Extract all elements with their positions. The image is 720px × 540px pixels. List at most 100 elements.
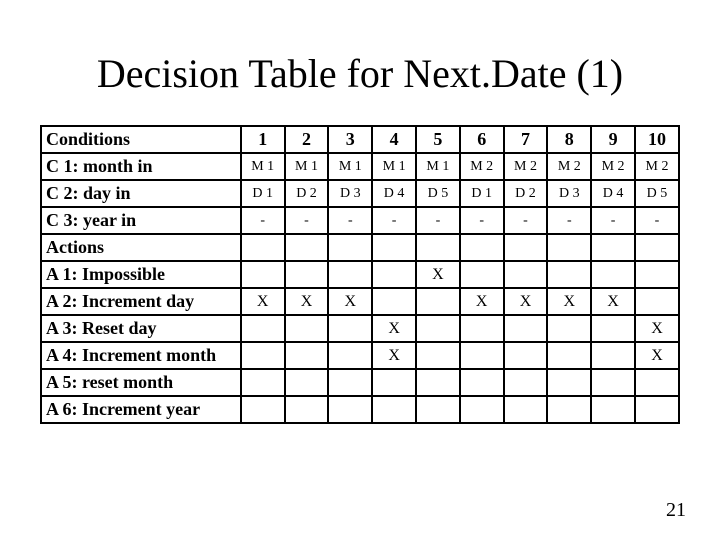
col-header: 6	[460, 126, 504, 153]
col-header: 10	[635, 126, 679, 153]
cell	[547, 369, 591, 396]
cell: -	[591, 207, 635, 234]
cell	[547, 234, 591, 261]
cell	[416, 234, 460, 261]
table-row: A 1: Impossible X	[41, 261, 679, 288]
page-title: Decision Table for Next.Date (1)	[40, 50, 680, 97]
cell: M 2	[635, 153, 679, 180]
col-header: 9	[591, 126, 635, 153]
table-row: C 1: month in M 1 M 1 M 1 M 1 M 1 M 2 M …	[41, 153, 679, 180]
cell	[241, 396, 285, 423]
cell: X	[547, 288, 591, 315]
cell	[504, 342, 548, 369]
cell	[285, 342, 329, 369]
cell	[547, 342, 591, 369]
cell: D 3	[547, 180, 591, 207]
cell: X	[328, 288, 372, 315]
conditions-header: Conditions	[41, 126, 241, 153]
table-row: A 5: reset month	[41, 369, 679, 396]
cell	[241, 234, 285, 261]
cell: X	[460, 288, 504, 315]
cell: -	[328, 207, 372, 234]
cell	[635, 396, 679, 423]
col-header: 3	[328, 126, 372, 153]
cell	[328, 342, 372, 369]
cell: M 1	[416, 153, 460, 180]
table-row: A 4: Increment month X X	[41, 342, 679, 369]
cell: M 2	[504, 153, 548, 180]
page-number: 21	[666, 499, 686, 522]
col-header: 4	[372, 126, 416, 153]
actions-header-row: Actions	[41, 234, 679, 261]
cell	[416, 369, 460, 396]
row-label: A 2: Increment day	[41, 288, 241, 315]
cell: D 2	[285, 180, 329, 207]
cell	[635, 234, 679, 261]
row-label: A 4: Increment month	[41, 342, 241, 369]
cell	[372, 234, 416, 261]
cell	[504, 261, 548, 288]
cell: X	[372, 342, 416, 369]
cell	[460, 342, 504, 369]
cell: M 2	[460, 153, 504, 180]
cell	[416, 288, 460, 315]
cell: X	[635, 315, 679, 342]
cell: M 1	[285, 153, 329, 180]
cell	[416, 342, 460, 369]
cell: M 2	[591, 153, 635, 180]
cell	[591, 261, 635, 288]
cell	[504, 369, 548, 396]
table-row: A 3: Reset day X X	[41, 315, 679, 342]
table-row: A 6: Increment year	[41, 396, 679, 423]
cell	[635, 261, 679, 288]
cell	[372, 369, 416, 396]
cell: D 5	[635, 180, 679, 207]
col-header: 1	[241, 126, 285, 153]
cell: D 2	[504, 180, 548, 207]
row-label: A 6: Increment year	[41, 396, 241, 423]
cell: M 2	[547, 153, 591, 180]
cell: X	[635, 342, 679, 369]
row-label: A 1: Impossible	[41, 261, 241, 288]
cell	[591, 342, 635, 369]
cell: D 1	[460, 180, 504, 207]
table-row: A 2: Increment day X X X X X X X	[41, 288, 679, 315]
cell: D 4	[372, 180, 416, 207]
cell	[547, 315, 591, 342]
cell	[635, 288, 679, 315]
row-label: A 5: reset month	[41, 369, 241, 396]
cell	[460, 261, 504, 288]
cell	[460, 315, 504, 342]
cell: X	[285, 288, 329, 315]
cell: M 1	[372, 153, 416, 180]
table-row: C 3: year in - - - - - - - - - -	[41, 207, 679, 234]
cell	[285, 315, 329, 342]
cell	[328, 234, 372, 261]
cell	[460, 234, 504, 261]
cell	[460, 369, 504, 396]
cell: M 1	[241, 153, 285, 180]
cell	[285, 369, 329, 396]
row-label: A 3: Reset day	[41, 315, 241, 342]
cell	[241, 342, 285, 369]
cell	[591, 234, 635, 261]
col-header: 2	[285, 126, 329, 153]
cell: X	[504, 288, 548, 315]
cell	[416, 396, 460, 423]
cell: D 4	[591, 180, 635, 207]
cell	[285, 396, 329, 423]
col-header: 5	[416, 126, 460, 153]
cell	[241, 369, 285, 396]
cell: -	[504, 207, 548, 234]
actions-header: Actions	[41, 234, 241, 261]
cell: X	[591, 288, 635, 315]
cell	[504, 315, 548, 342]
cell	[372, 261, 416, 288]
cell: -	[635, 207, 679, 234]
cell	[591, 315, 635, 342]
cell	[635, 369, 679, 396]
cell: -	[547, 207, 591, 234]
cell: D 1	[241, 180, 285, 207]
col-header: 7	[504, 126, 548, 153]
cell: X	[241, 288, 285, 315]
